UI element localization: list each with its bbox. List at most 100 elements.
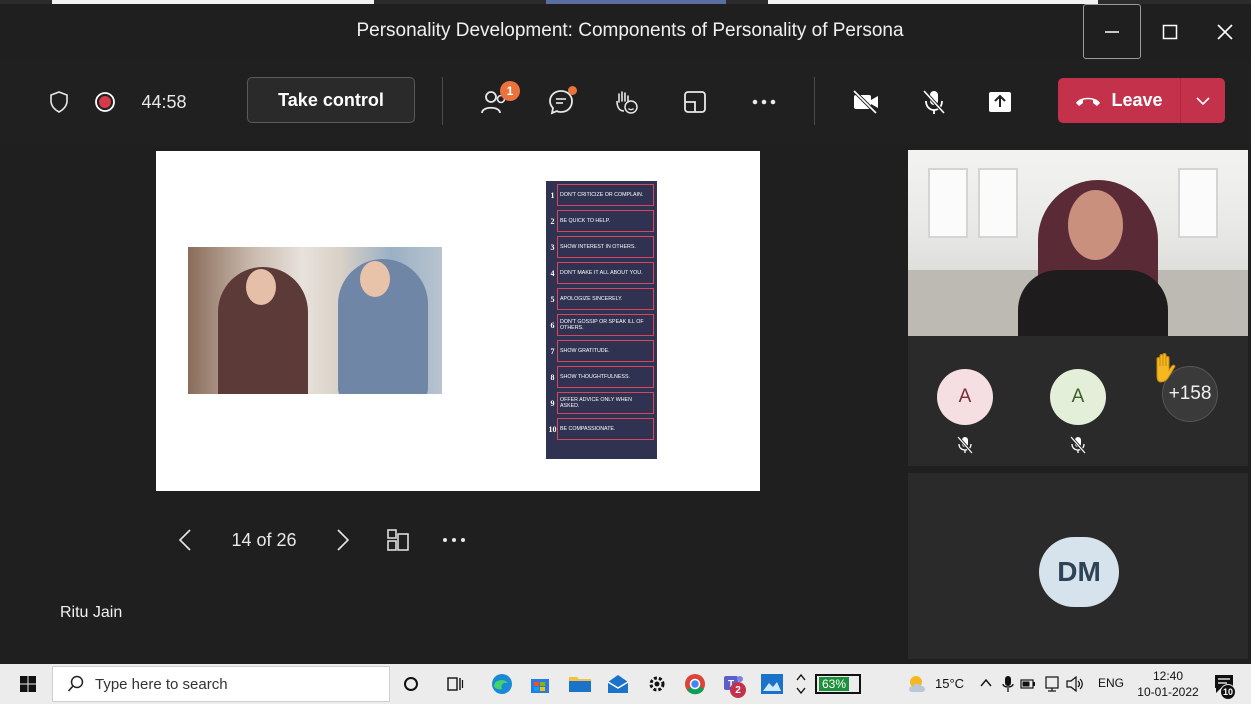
task-view-button[interactable] [441, 670, 469, 698]
close-icon [1217, 23, 1233, 40]
leave-main[interactable]: Leave [1058, 78, 1180, 123]
network-icon[interactable] [1045, 676, 1059, 692]
slide-tip-item: 10 Be compassionate. [548, 418, 654, 440]
chat-button[interactable] [543, 59, 579, 145]
mail-icon [607, 675, 629, 693]
weather-icon[interactable] [906, 674, 930, 694]
camera-toggle-button[interactable] [846, 59, 886, 145]
slide-more-button[interactable] [438, 522, 470, 558]
mic-off-icon [922, 89, 946, 115]
battery-indicator[interactable]: 63% [815, 674, 861, 694]
taskbar-search-box[interactable]: Type here to search [52, 666, 390, 702]
divider [442, 77, 443, 125]
maximize-icon [1162, 24, 1178, 39]
mail-app[interactable] [604, 670, 632, 698]
slide-tip-item: 8 Show thoughtfulness. [548, 366, 654, 388]
leave-label: Leave [1111, 90, 1163, 110]
share-icon [989, 92, 1011, 112]
slide-tip-item: 6 Don't gossip or speak ill of others. [548, 314, 654, 336]
gear-icon [649, 676, 665, 692]
slide-tip-text: Don't make it all about you. [557, 262, 654, 284]
chevron-right-icon [337, 529, 349, 551]
file-explorer-app[interactable] [566, 670, 594, 698]
slide-tip-number: 2 [550, 216, 555, 226]
participant-avatar[interactable]: A [1050, 369, 1106, 425]
rooms-icon [684, 91, 706, 113]
phone-hangup-icon [1076, 97, 1101, 106]
slide-tip-item: 3 Show interest in others. [548, 236, 654, 258]
rooms-button[interactable] [677, 59, 713, 145]
slide-tip-text: Apologize sincerely. [557, 288, 654, 310]
teams-badge: 2 [730, 682, 746, 698]
take-control-button[interactable]: Take control [247, 77, 415, 123]
maximize-button[interactable] [1141, 4, 1199, 59]
photos-icon [761, 674, 783, 694]
camera-off-icon [852, 89, 878, 115]
slide-photo [188, 247, 442, 394]
edge-icon [492, 674, 512, 694]
photos-app[interactable] [758, 670, 786, 698]
presentation-slide: 1 Don't criticize or complain. 2 Be quick t… [156, 151, 760, 491]
slide-tip-item: 2 Be quick to help. [548, 210, 654, 232]
participants-button[interactable] [474, 59, 514, 145]
leave-options-button[interactable] [1180, 78, 1225, 123]
reactions-button[interactable] [607, 59, 643, 145]
shield-icon[interactable] [44, 59, 74, 145]
leave-button[interactable]: Leave [1058, 78, 1225, 123]
slide-tip-number: 7 [550, 346, 555, 356]
settings-app[interactable] [643, 670, 671, 698]
store-app[interactable] [526, 670, 554, 698]
previous-slide-button[interactable] [170, 522, 200, 558]
title-bar: Personality Development: Components of P… [0, 4, 1251, 59]
more-options-button[interactable] [746, 59, 782, 145]
slide-tip-number: 3 [550, 242, 555, 252]
cortana-button[interactable] [397, 670, 425, 698]
slide-tip-number: 10 [548, 424, 557, 434]
participants-badge: 1 [500, 81, 520, 101]
start-button[interactable] [14, 670, 42, 698]
slide-tip-text: Don't gossip or speak ill of others. [557, 314, 654, 336]
participant-avatar-dm[interactable]: DM [1039, 537, 1119, 607]
slide-tip-number: 4 [550, 268, 555, 278]
battery-icon[interactable] [1020, 679, 1036, 689]
meeting-timer: 44:58 [141, 91, 187, 112]
slide-tip-item: 5 Apologize sincerely. [548, 288, 654, 310]
slide-tip-item: 4 Don't make it all about you. [548, 262, 654, 284]
weather-temp[interactable]: 15°C [935, 676, 964, 691]
taskbar-clock[interactable]: 12:40 10-01-2022 [1134, 668, 1202, 700]
next-slide-button[interactable] [328, 522, 358, 558]
slide-tip-number: 1 [550, 190, 555, 200]
language-indicator[interactable]: ENG [1098, 676, 1124, 690]
mic-off-icon [1070, 436, 1086, 454]
mic-off-icon [957, 436, 973, 454]
cortana-icon [404, 677, 418, 691]
volume-icon[interactable] [1066, 676, 1084, 692]
minimize-button[interactable] [1083, 4, 1141, 59]
folder-icon [569, 677, 591, 692]
slide-tip-text: Be quick to help. [557, 210, 654, 232]
mic-icon[interactable] [1002, 675, 1014, 693]
close-button[interactable] [1199, 4, 1251, 59]
chat-unread-dot [568, 86, 577, 95]
presenter-video[interactable] [908, 150, 1248, 336]
edge-app[interactable] [488, 670, 516, 698]
task-view-icon [447, 677, 464, 691]
chevron-up-icon[interactable] [980, 678, 992, 688]
window-title: Personality Development: Components of P… [356, 20, 904, 41]
battery-percent: 63% [819, 677, 850, 691]
chrome-app[interactable] [681, 670, 709, 698]
slides-grid-icon [387, 529, 409, 551]
slide-thumbnails-button[interactable] [382, 522, 414, 558]
slide-tip-number: 5 [550, 294, 555, 304]
divider [814, 77, 815, 125]
mic-toggle-button[interactable] [916, 59, 952, 145]
participant-avatar[interactable]: A [937, 369, 993, 425]
more-icon [752, 99, 776, 105]
chevron-left-icon [179, 529, 191, 551]
slide-tip-text: Show interest in others. [557, 236, 654, 258]
share-button[interactable] [983, 59, 1017, 145]
recording-icon [90, 59, 120, 145]
slide-tip-text: Show gratitude. [557, 340, 654, 362]
slide-tip-text: Be compassionate. [557, 418, 654, 440]
overflow-chevron[interactable] [793, 670, 809, 698]
